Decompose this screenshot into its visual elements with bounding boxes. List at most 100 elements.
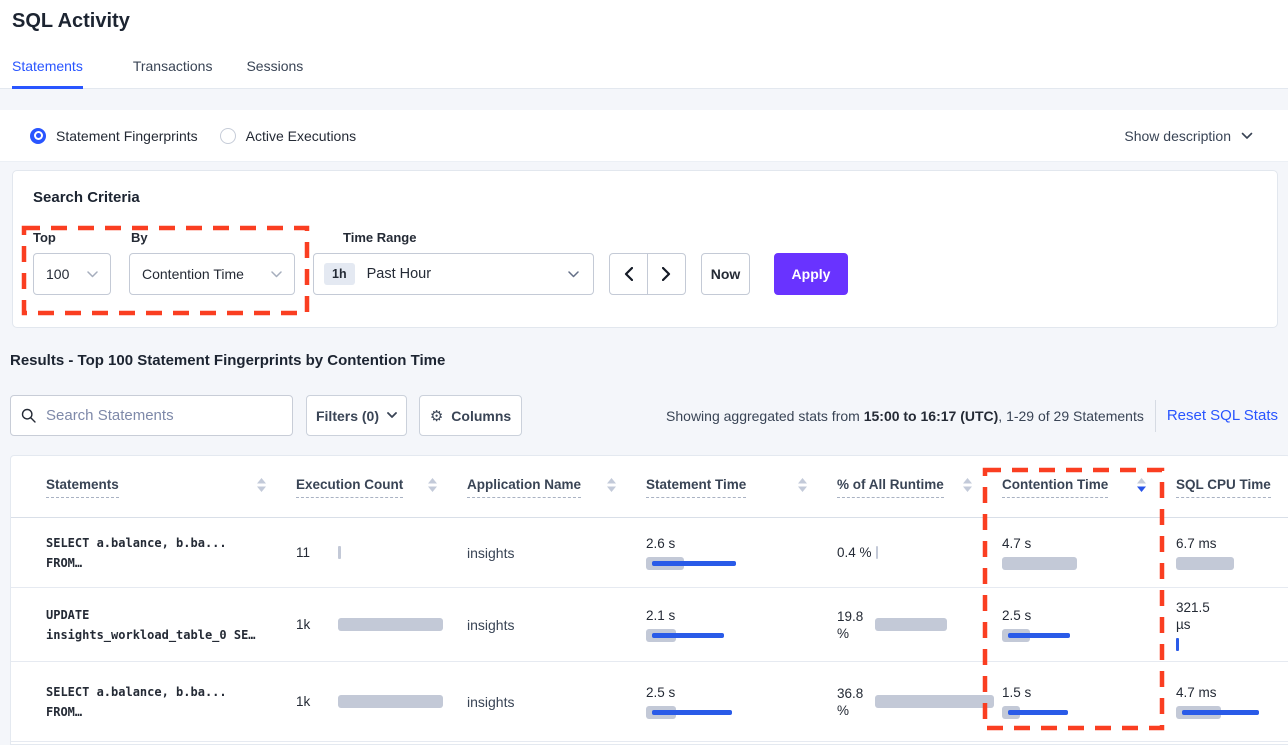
tab-statements[interactable]: Statements	[12, 58, 83, 89]
chevron-right-icon	[662, 267, 671, 281]
by-select-value: Contention Time	[142, 266, 244, 282]
apply-button[interactable]: Apply	[774, 253, 848, 295]
time-nav-arrows	[609, 253, 686, 295]
metric-bar	[1176, 557, 1288, 570]
results-heading: Results - Top 100 Statement Fingerprints…	[10, 352, 445, 369]
column-label: SQL CPU Time	[1176, 477, 1271, 498]
radio-active-executions[interactable]: Active Executions	[220, 128, 357, 144]
sql-text: SELECT a.balance, b.ba...	[46, 533, 296, 553]
sql-text: UPDATE	[46, 605, 296, 625]
search-input[interactable]	[44, 406, 282, 425]
sql-cpu-time-cell: 321.5µs	[1176, 599, 1288, 651]
aggregated-stats-text: Showing aggregated stats from 15:00 to 1…	[666, 408, 1144, 424]
filters-button[interactable]: Filters (0)	[306, 395, 407, 436]
statement-cell[interactable]: SELECT a.balance, b.ba...FROM…	[46, 682, 296, 722]
metric-value: 1k	[296, 616, 334, 633]
metric-bar	[338, 546, 467, 559]
metric-bar	[1176, 638, 1288, 651]
sql-text: FROM…	[46, 553, 296, 573]
statement-cell[interactable]: SELECT a.balance, b.ba...FROM…	[46, 533, 296, 573]
sql-cpu-time-cell: 4.7 ms	[1176, 684, 1288, 719]
metric-bar	[646, 557, 778, 570]
table-row[interactable]: SELECT a.balance, b.ba...FROM…1k insights…	[11, 662, 1288, 742]
metric-bar	[1002, 629, 1134, 642]
table-row[interactable]: UPDATEinsights_workload_table_0 SE…1kins…	[11, 588, 1288, 662]
time-next-button[interactable]	[648, 254, 686, 294]
show-description-label: Show description	[1124, 128, 1231, 144]
table-row[interactable]: SELECT a.balance, b.ba...FROM…11insights…	[11, 518, 1288, 588]
application-name-cell: insights	[467, 545, 646, 561]
column-header-statement-time[interactable]: Statement Time	[646, 477, 837, 517]
execution-count-cell: 1k	[296, 616, 467, 633]
contention-time-cell: 2.5 s	[1002, 607, 1176, 642]
time-prev-button[interactable]	[610, 254, 648, 294]
sort-icon[interactable]	[428, 478, 437, 492]
search-criteria-heading: Search Criteria	[33, 189, 140, 206]
by-label: By	[131, 230, 148, 245]
metric-value: 4.7 ms	[1176, 684, 1288, 701]
execution-count-cell: 1k	[296, 693, 467, 710]
sql-text: SELECT a.balance, b.ba...	[46, 682, 296, 702]
apply-button-label: Apply	[792, 266, 831, 282]
statement-cell[interactable]: UPDATEinsights_workload_table_0 SE…	[46, 605, 296, 645]
top-select-value: 100	[46, 266, 69, 282]
time-range-label: Time Range	[343, 230, 416, 245]
contention-time-cell: 4.7 s	[1002, 535, 1176, 570]
column-label: % of All Runtime	[837, 477, 944, 498]
time-range-value: Past Hour	[367, 266, 568, 282]
show-description-toggle[interactable]: Show description	[1124, 128, 1253, 144]
statement-time-cell: 2.6 s	[646, 535, 837, 570]
metric-value: 2.1 s	[646, 607, 837, 624]
radio-statement-fingerprints[interactable]: Statement Fingerprints	[30, 128, 198, 144]
column-header-statements[interactable]: Statements	[46, 477, 296, 517]
column-header--of-all-runtime[interactable]: % of All Runtime	[837, 477, 1002, 517]
column-label: Contention Time	[1002, 477, 1108, 498]
contention-time-cell: 1.5 s	[1002, 684, 1176, 719]
sort-icon[interactable]	[963, 478, 972, 492]
metric-bar	[646, 629, 778, 642]
top-select[interactable]: 100	[33, 253, 111, 295]
metric-bar	[875, 618, 1002, 631]
tab-sessions[interactable]: Sessions	[246, 58, 303, 89]
sql-text: insights_workload_table_0 SE…	[46, 625, 296, 645]
execution-count-cell: 11	[296, 544, 467, 561]
now-button-label: Now	[711, 266, 741, 282]
app-header: SQL Activity Statements Transactions Ses…	[0, 0, 1288, 89]
sort-icon[interactable]	[257, 478, 266, 492]
statement-time-cell: 2.5 s	[646, 684, 837, 719]
search-box	[10, 395, 293, 436]
pct-runtime-cell: 36.8%	[837, 685, 1002, 719]
metric-value: 1k	[296, 693, 334, 710]
now-button[interactable]: Now	[701, 253, 750, 295]
sql-text: FROM…	[46, 702, 296, 722]
metric-value: 36.8%	[837, 685, 871, 719]
pct-runtime-cell: 19.8%	[837, 608, 1002, 642]
column-header-application-name[interactable]: Application Name	[467, 477, 646, 517]
sort-icon[interactable]	[1137, 478, 1146, 492]
columns-button[interactable]: ⚙ Columns	[419, 395, 522, 436]
toolbar-divider	[1155, 400, 1156, 432]
column-label: Statement Time	[646, 477, 746, 498]
metric-value: 0.4 %	[837, 544, 872, 561]
search-criteria-card: Search Criteria Top By Time Range 100 Co…	[12, 170, 1278, 328]
radio-unselected-icon	[220, 128, 236, 144]
tab-transactions[interactable]: Transactions	[133, 58, 213, 89]
column-label: Statements	[46, 477, 119, 498]
metric-bar	[338, 618, 467, 631]
sort-icon[interactable]	[607, 478, 616, 492]
application-name-cell: insights	[467, 694, 646, 710]
column-header-execution-count[interactable]: Execution Count	[296, 477, 467, 517]
table-body: SELECT a.balance, b.ba...FROM…11insights…	[11, 518, 1288, 742]
sort-icon[interactable]	[798, 478, 807, 492]
gear-icon: ⚙	[430, 407, 443, 425]
chevron-down-icon	[387, 412, 397, 419]
page-title: SQL Activity	[12, 10, 130, 33]
pct-runtime-cell: 0.4 %	[837, 544, 1002, 561]
column-header-sql-cpu-time[interactable]: SQL CPU Time	[1176, 477, 1288, 517]
by-select[interactable]: Contention Time	[129, 253, 295, 295]
metric-value: 1.5 s	[1002, 684, 1176, 701]
chevron-down-icon	[271, 271, 282, 278]
column-header-contention-time[interactable]: Contention Time	[1002, 477, 1176, 517]
time-range-select[interactable]: 1h Past Hour	[313, 253, 594, 295]
reset-sql-stats-link[interactable]: Reset SQL Stats	[1167, 407, 1278, 424]
